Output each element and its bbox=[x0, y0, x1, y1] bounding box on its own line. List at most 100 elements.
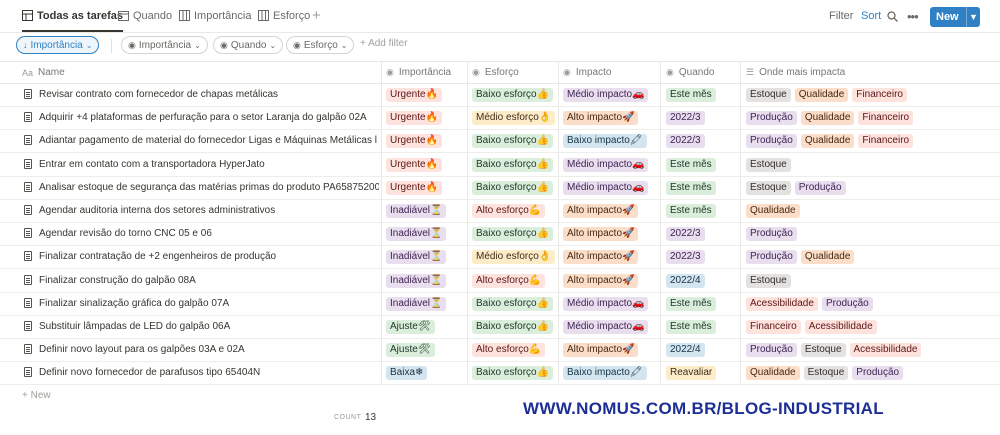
esforco-tag[interactable]: Baixo esforço👍 bbox=[472, 88, 554, 102]
column-header-name[interactable]: Aa Name bbox=[22, 62, 65, 83]
impacto-tag[interactable]: Médio impacto🚗 bbox=[563, 157, 649, 172]
add-row-button[interactable]: + New bbox=[22, 390, 51, 401]
task-name[interactable]: Agendar auditoria interna dos setores ad… bbox=[39, 199, 379, 222]
importancia-tag[interactable]: Inadiável⏳ bbox=[386, 296, 447, 311]
more-options-icon[interactable]: ••• bbox=[907, 0, 919, 32]
column-header-onde-mais-impacta[interactable]: ☰ Onde mais impacta bbox=[746, 62, 845, 83]
impacto-tag[interactable]: Médio impacto🚗 bbox=[563, 88, 649, 102]
onde-mais-impacta-cell[interactable]: Produção Qualidade bbox=[746, 250, 855, 265]
importancia-tag[interactable]: Urgente🔥 bbox=[386, 111, 443, 126]
task-name[interactable]: Finalizar construção do galpão 08A bbox=[39, 269, 379, 292]
importancia-tag[interactable]: Urgente🔥 bbox=[386, 88, 443, 102]
importancia-tag[interactable]: Inadiável⏳ bbox=[386, 227, 447, 242]
onde-mais-impacta-cell[interactable]: Financeiro Acessibilidade bbox=[746, 320, 877, 334]
table-row[interactable]: Analisar estoque de segurança das matéri… bbox=[0, 176, 1000, 200]
quando-tag[interactable]: Este mês bbox=[666, 320, 716, 334]
importancia-tag[interactable]: Inadiável⏳ bbox=[386, 250, 447, 265]
esforco-tag[interactable]: Médio esforço👌 bbox=[472, 250, 556, 265]
esforco-tag[interactable]: Alto esforço💪 bbox=[472, 204, 546, 218]
onde-mais-impacta-cell[interactable]: Produção bbox=[746, 227, 797, 242]
impacto-tag[interactable]: Baixo impacto🖍 bbox=[563, 134, 647, 149]
table-row[interactable]: Adquirir +4 plataformas de perfuração pa… bbox=[0, 106, 1000, 131]
onde-mais-impacta-cell[interactable]: Acessibilidade Produção bbox=[746, 296, 873, 311]
onde-mais-impacta-cell[interactable]: Produção Qualidade Financeiro bbox=[746, 111, 914, 126]
quando-tag[interactable]: 2022/3 bbox=[666, 134, 705, 149]
table-row[interactable]: Adiantar pagamento de material do fornec… bbox=[0, 129, 1000, 154]
impacto-tag[interactable]: Médio impacto🚗 bbox=[563, 320, 649, 334]
column-header-impacto[interactable]: ◉ Impacto bbox=[563, 62, 611, 83]
table-row[interactable]: Definir novo fornecedor de parafusos tip… bbox=[0, 361, 1000, 386]
impacto-tag[interactable]: Baixo impacto🖍 bbox=[563, 366, 647, 381]
onde-mais-impacta-cell[interactable]: Estoque Qualidade Financeiro bbox=[746, 88, 907, 102]
quando-tag[interactable]: Reavaliar bbox=[666, 366, 717, 381]
filter-chip-importancia[interactable]: ◉ Importância ⌄ bbox=[121, 36, 208, 54]
table-row[interactable]: Entrar em contato com a transportadora H… bbox=[0, 153, 1000, 177]
table-row[interactable]: Revisar contrato com fornecedor de chapa… bbox=[0, 83, 1000, 107]
task-name[interactable]: Finalizar sinalização gráfica do galpão … bbox=[39, 292, 379, 315]
task-name[interactable]: Entrar em contato com a transportadora H… bbox=[39, 153, 379, 176]
esforco-tag[interactable]: Médio esforço👌 bbox=[472, 111, 556, 126]
table-row[interactable]: Agendar auditoria interna dos setores ad… bbox=[0, 199, 1000, 223]
view-tab-todas-as-tarefas[interactable]: Todas as tarefas bbox=[22, 0, 124, 32]
esforco-tag[interactable]: Baixo esforço👍 bbox=[472, 157, 554, 172]
quando-tag[interactable]: Este mês bbox=[666, 88, 716, 102]
column-header-importancia[interactable]: ◉ Importância bbox=[386, 62, 451, 83]
column-header-esforco[interactable]: ◉ Esforço bbox=[472, 62, 519, 83]
task-name[interactable]: Finalizar contratação de +2 engenheiros … bbox=[39, 245, 379, 268]
table-row[interactable]: Finalizar contratação de +2 engenheiros … bbox=[0, 245, 1000, 270]
filter-chip-esforco[interactable]: ◉ Esforço ⌄ bbox=[286, 36, 355, 54]
sort-chip-importancia[interactable]: ↓ Importância ⌄ bbox=[16, 36, 100, 54]
impacto-tag[interactable]: Médio impacto🚗 bbox=[563, 180, 649, 195]
task-name[interactable]: Adquirir +4 plataformas de perfuração pa… bbox=[39, 106, 379, 129]
impacto-tag[interactable]: Alto impacto🚀 bbox=[563, 227, 639, 242]
task-name[interactable]: Substituir lâmpadas de LED do galpão 06A bbox=[39, 315, 379, 338]
esforco-tag[interactable]: Baixo esforço👍 bbox=[472, 134, 554, 149]
filter-chip-quando[interactable]: ◉ Quando ⌄ bbox=[213, 36, 284, 54]
quando-tag[interactable]: 2022/4 bbox=[666, 343, 705, 358]
onde-mais-impacta-cell[interactable]: Estoque bbox=[746, 273, 791, 288]
esforco-tag[interactable]: Baixo esforço👍 bbox=[472, 227, 554, 242]
sort-button[interactable]: Sort bbox=[861, 0, 881, 32]
task-name[interactable]: Agendar revisão do torno CNC 05 e 06 bbox=[39, 222, 379, 245]
impacto-tag[interactable]: Alto impacto🚀 bbox=[563, 343, 639, 358]
quando-tag[interactable]: Este mês bbox=[666, 204, 716, 218]
importancia-tag[interactable]: Ajuste🛠 bbox=[386, 343, 435, 358]
task-name[interactable]: Definir novo layout para os galpões 03A … bbox=[39, 338, 379, 361]
impacto-tag[interactable]: Médio impacto🚗 bbox=[563, 296, 649, 311]
onde-mais-impacta-cell[interactable]: Estoque bbox=[746, 157, 791, 172]
esforco-tag[interactable]: Baixo esforço👍 bbox=[472, 180, 554, 195]
table-row[interactable]: Finalizar construção do galpão 08A Inadiá… bbox=[0, 269, 1000, 293]
esforco-tag[interactable]: Baixo esforço👍 bbox=[472, 366, 554, 381]
esforco-tag[interactable]: Baixo esforço👍 bbox=[472, 296, 554, 311]
table-row[interactable]: Agendar revisão do torno CNC 05 e 06 Inad… bbox=[0, 222, 1000, 247]
quando-tag[interactable]: 2022/3 bbox=[666, 250, 705, 265]
new-button[interactable]: New ▼ bbox=[930, 7, 980, 27]
importancia-tag[interactable]: Baixa❄ bbox=[386, 366, 428, 381]
onde-mais-impacta-cell[interactable]: Produção Estoque Acessibilidade bbox=[746, 343, 922, 358]
importancia-tag[interactable]: Inadiável⏳ bbox=[386, 273, 447, 288]
importancia-tag[interactable]: Urgente🔥 bbox=[386, 157, 443, 172]
importancia-tag[interactable]: Ajuste🛠 bbox=[386, 320, 435, 334]
task-name[interactable]: Revisar contrato com fornecedor de chapa… bbox=[39, 83, 379, 106]
view-tab-quando[interactable]: Quando bbox=[118, 0, 172, 31]
onde-mais-impacta-cell[interactable]: Estoque Produção bbox=[746, 180, 846, 195]
importancia-tag[interactable]: Urgente🔥 bbox=[386, 134, 443, 149]
view-tab-importancia[interactable]: Importância bbox=[179, 0, 251, 31]
onde-mais-impacta-cell[interactable]: Qualidade bbox=[746, 204, 800, 218]
impacto-tag[interactable]: Alto impacto🚀 bbox=[563, 204, 639, 218]
task-name[interactable]: Adiantar pagamento de material do fornec… bbox=[39, 129, 379, 152]
importancia-tag[interactable]: Inadiável⏳ bbox=[386, 204, 447, 218]
quando-tag[interactable]: Este mês bbox=[666, 157, 716, 172]
add-filter-button[interactable]: + Add filter bbox=[360, 38, 408, 49]
table-row[interactable]: Finalizar sinalização gráfica do galpão … bbox=[0, 292, 1000, 316]
table-row[interactable]: Substituir lâmpadas de LED do galpão 06A… bbox=[0, 315, 1000, 339]
add-view-icon[interactable]: + bbox=[312, 0, 321, 31]
impacto-tag[interactable]: Alto impacto🚀 bbox=[563, 273, 639, 288]
impacto-tag[interactable]: Alto impacto🚀 bbox=[563, 250, 639, 265]
task-name[interactable]: Analisar estoque de segurança das matéri… bbox=[39, 176, 379, 199]
view-tab-esforco[interactable]: Esforço bbox=[258, 0, 310, 31]
table-row[interactable]: Definir novo layout para os galpões 03A … bbox=[0, 338, 1000, 363]
chevron-down-icon[interactable]: ▼ bbox=[967, 12, 980, 22]
esforco-tag[interactable]: Baixo esforço👍 bbox=[472, 320, 554, 334]
quando-tag[interactable]: 2022/3 bbox=[666, 111, 705, 126]
